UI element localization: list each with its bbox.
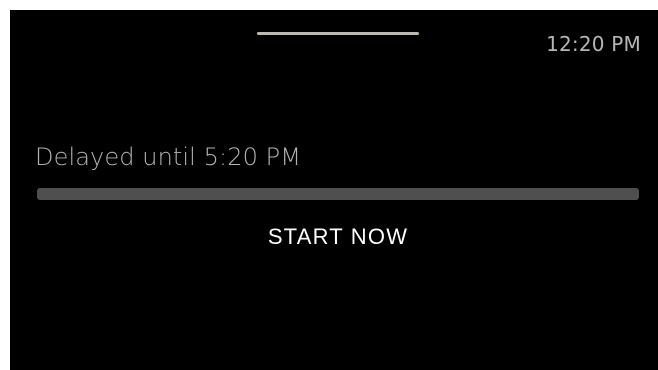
delay-progress-bar <box>37 188 639 200</box>
start-now-button[interactable]: START NOW <box>254 219 422 255</box>
delay-message: Delayed until 5:20 PM <box>35 143 302 171</box>
delayed-start-screen: 12:20 PM Delayed until 5:20 PM START NOW <box>10 10 658 370</box>
clock-time: 12:20 PM <box>546 32 641 56</box>
drag-handle[interactable] <box>257 32 419 35</box>
